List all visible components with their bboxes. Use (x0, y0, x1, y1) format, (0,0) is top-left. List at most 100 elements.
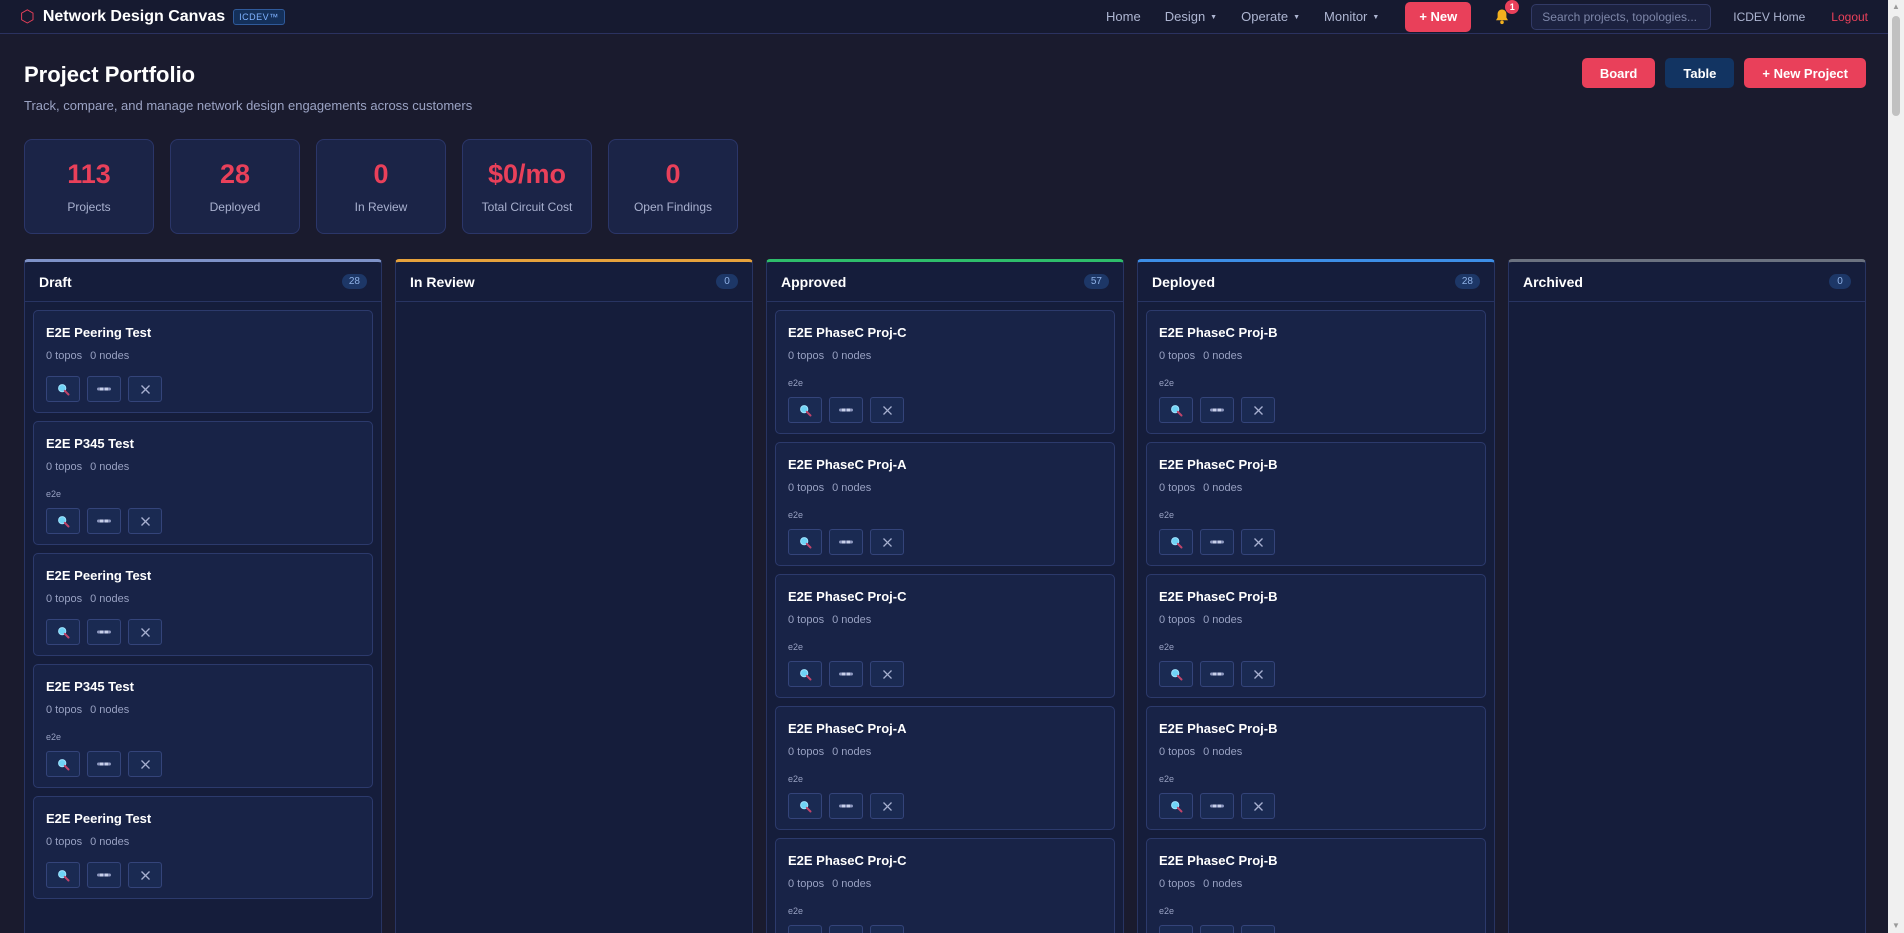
project-meta: 0 topos 0 nodes (1159, 350, 1473, 362)
nav-home[interactable]: Home (1106, 9, 1141, 24)
project-card[interactable]: E2E Peering Test 0 topos 0 nodes (33, 310, 373, 413)
view-actions: Board Table + New Project (1581, 58, 1866, 88)
new-button[interactable]: + New (1405, 1, 1472, 32)
brand-title: Network Design Canvas (42, 7, 226, 25)
compare-button[interactable] (1200, 397, 1234, 423)
inspect-button[interactable] (46, 862, 80, 888)
delete-button[interactable] (1241, 925, 1275, 933)
scroll-thumb[interactable] (1892, 16, 1900, 116)
delete-button[interactable] (870, 793, 904, 819)
project-card[interactable]: E2E PhaseC Proj-C 0 topos 0 nodes e2e (775, 574, 1115, 698)
compare-button[interactable] (87, 376, 121, 402)
inspect-button[interactable] (788, 925, 822, 933)
inspect-button[interactable] (788, 793, 822, 819)
compare-button[interactable] (1200, 661, 1234, 687)
inspect-button[interactable] (46, 508, 80, 534)
compare-button[interactable] (1200, 925, 1234, 933)
stat-label: Deployed (209, 200, 261, 214)
compare-icon (97, 518, 111, 524)
project-card[interactable]: E2E PhaseC Proj-B 0 topos 0 nodes e2e (1146, 310, 1486, 434)
delete-button[interactable] (128, 508, 162, 534)
inspect-button[interactable] (1159, 529, 1193, 555)
delete-button[interactable] (870, 529, 904, 555)
compare-button[interactable] (87, 508, 121, 534)
inspect-button[interactable] (1159, 661, 1193, 687)
inspect-button[interactable] (788, 661, 822, 687)
project-tag: e2e (788, 510, 804, 520)
column-cards (1509, 302, 1865, 318)
page-scrollbar[interactable]: ▲ ▼ (1888, 0, 1904, 933)
column-title: In Review (410, 273, 475, 290)
project-title: E2E PhaseC Proj-C (788, 325, 907, 340)
scroll-up-arrow-icon[interactable]: ▲ (1888, 0, 1904, 14)
project-card[interactable]: E2E PhaseC Proj-C 0 topos 0 nodes e2e (775, 310, 1115, 434)
compare-icon (839, 671, 853, 677)
project-card[interactable]: E2E PhaseC Proj-C 0 topos 0 nodes e2e (775, 838, 1115, 933)
nav-operate[interactable]: Operate ▼ (1241, 9, 1300, 24)
project-card[interactable]: E2E PhaseC Proj-A 0 topos 0 nodes e2e (775, 706, 1115, 830)
inspect-button[interactable] (1159, 397, 1193, 423)
project-card[interactable]: E2E PhaseC Proj-B 0 topos 0 nodes e2e (1146, 574, 1486, 698)
delete-button[interactable] (1241, 529, 1275, 555)
delete-button[interactable] (870, 925, 904, 933)
delete-button[interactable] (128, 619, 162, 645)
compare-button[interactable] (829, 397, 863, 423)
compare-button[interactable] (87, 751, 121, 777)
nav-design[interactable]: Design ▼ (1165, 9, 1217, 24)
project-tag: e2e (1159, 642, 1175, 652)
inspect-button[interactable] (46, 751, 80, 777)
project-card[interactable]: E2E Peering Test 0 topos 0 nodes (33, 553, 373, 656)
delete-button[interactable] (128, 862, 162, 888)
delete-button[interactable] (1241, 793, 1275, 819)
close-icon (1253, 405, 1264, 416)
logout-link[interactable]: Logout (1831, 10, 1868, 24)
close-icon (140, 759, 151, 770)
inspect-button[interactable] (788, 397, 822, 423)
scroll-down-arrow-icon[interactable]: ▼ (1888, 919, 1904, 933)
project-tag: e2e (788, 906, 804, 916)
compare-button[interactable] (87, 619, 121, 645)
compare-button[interactable] (829, 925, 863, 933)
inspect-button[interactable] (46, 376, 80, 402)
delete-button[interactable] (128, 376, 162, 402)
project-card[interactable]: E2E PhaseC Proj-B 0 topos 0 nodes e2e (1146, 442, 1486, 566)
search-input[interactable] (1531, 3, 1712, 30)
icdev-home-link[interactable]: ICDEV Home (1733, 10, 1805, 24)
kanban-board: Draft 28 E2E Peering Test 0 topos 0 nodes E2E… (24, 259, 1866, 933)
column-approved: Approved 57 E2E PhaseC Proj-C 0 topos 0 node… (766, 259, 1124, 933)
project-card[interactable]: E2E Peering Test 0 topos 0 nodes (33, 796, 373, 899)
delete-button[interactable] (1241, 397, 1275, 423)
project-tag: e2e (1159, 774, 1175, 784)
inspect-button[interactable] (788, 529, 822, 555)
compare-button[interactable] (1200, 529, 1234, 555)
caret-down-icon: ▼ (1293, 14, 1301, 22)
table-view-button[interactable]: Table (1665, 58, 1735, 88)
board-view-button[interactable]: Board (1581, 58, 1656, 88)
delete-button[interactable] (128, 751, 162, 777)
inspect-button[interactable] (46, 619, 80, 645)
delete-button[interactable] (870, 661, 904, 687)
project-card[interactable]: E2E P345 Test 0 topos 0 nodes e2e (33, 421, 373, 545)
notifications-button[interactable]: 1 (1491, 0, 1520, 28)
inspect-button[interactable] (1159, 793, 1193, 819)
delete-button[interactable] (1241, 661, 1275, 687)
project-card[interactable]: E2E PhaseC Proj-B 0 topos 0 nodes e2e (1146, 838, 1486, 933)
project-card[interactable]: E2E P345 Test 0 topos 0 nodes e2e (33, 664, 373, 788)
compare-button[interactable] (87, 862, 121, 888)
inspect-button[interactable] (1159, 925, 1193, 933)
nav-monitor[interactable]: Monitor ▼ (1324, 9, 1379, 24)
compare-button[interactable] (829, 793, 863, 819)
compare-button[interactable] (1200, 793, 1234, 819)
compare-button[interactable] (829, 529, 863, 555)
close-icon (882, 405, 893, 416)
delete-button[interactable] (870, 397, 904, 423)
compare-button[interactable] (829, 661, 863, 687)
brand[interactable]: ⬡ Network Design Canvas ICDEV™ (20, 8, 285, 26)
stats-row: 113 Projects 28 Deployed 0 In Review $0/… (24, 139, 738, 234)
hexagon-logo-icon: ⬡ (20, 7, 35, 26)
card-actions (788, 925, 1102, 933)
project-card[interactable]: E2E PhaseC Proj-A 0 topos 0 nodes e2e (775, 442, 1115, 566)
project-card[interactable]: E2E PhaseC Proj-B 0 topos 0 nodes e2e (1146, 706, 1486, 830)
new-project-button[interactable]: + New Project (1744, 58, 1866, 88)
nodes-count: 0 nodes (1203, 614, 1243, 626)
